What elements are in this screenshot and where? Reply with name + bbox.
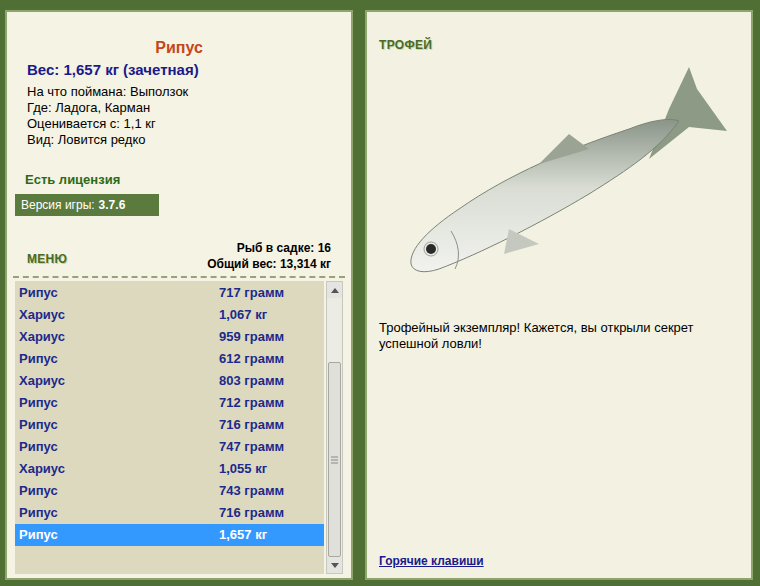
catch-name: Рипус [15,393,219,413]
catch-row[interactable]: Рипус716 грамм [15,502,324,524]
detail-line: Где: Ладога, Карман [27,100,331,116]
catch-row[interactable]: Рипус717 грамм [15,282,324,304]
detail-line: Оценивается с: 1,1 кг [27,116,331,132]
info-panel: РипусВес: 1,657 кг (зачетная)На что пойм… [5,10,353,580]
catch-name: Хариус [15,371,219,391]
catch-rows: Рипус717 граммХариус1,067 кгХариус959 гр… [15,281,324,574]
catch-row[interactable]: Рипус743 грамм [15,480,324,502]
fish-info: РипусВес: 1,657 кг (зачетная) На что пойм… [7,12,351,148]
scrollbar[interactable] [326,281,343,574]
catch-row[interactable]: Хариус959 грамм [15,326,324,348]
catch-name: Хариус [15,327,219,347]
catch-weight: 1,055 кг [219,459,267,479]
catch-weight: 712 грамм [219,393,284,413]
catch-weight: 803 грамм [219,371,284,391]
catch-weight: 716 грамм [219,415,284,435]
version-value: 3.7.6 [99,196,126,214]
catch-row[interactable]: Хариус1,067 кг [15,304,324,326]
fish-picture [379,54,739,294]
separator [13,276,345,278]
catch-weight: 743 грамм [219,481,284,501]
scroll-down-icon[interactable] [327,557,342,573]
catch-name: Рипус [15,283,219,303]
catch-row[interactable]: Рипус712 грамм [15,392,324,414]
license-label: Есть лицензия [25,172,351,188]
scroll-thumb[interactable] [328,362,341,557]
trophy-panel: ТРОФЕЙ Трофейный экземпляр! Кажется, вы о… [365,10,753,580]
detail-line: Вид: Ловится редко [27,132,331,148]
catch-list: Рипус717 граммХариус1,067 кгХариус959 гр… [15,281,343,574]
trophy-badge: ТРОФЕЙ [379,36,739,54]
catch-row[interactable]: Рипус1,657 кг [15,524,324,546]
catch-name: Рипус [15,503,219,523]
keepnet-summary: Рыб в садке: 16Общий вес: 13,314 кг [207,240,331,272]
catch-name: Хариус [15,305,219,325]
catch-name: Рипус [15,349,219,369]
catch-row[interactable]: Хариус803 грамм [15,370,324,392]
catch-weight: 959 грамм [219,327,284,347]
catch-weight: 1,067 кг [219,305,267,325]
fish-name: Рипус [27,38,331,58]
fish-details: На что поймана: ВыползокГде: Ладога, Кар… [27,84,331,148]
scroll-up-icon[interactable] [327,282,342,298]
version-bar: Версия игры:3.7.6 [15,194,159,216]
catch-name: Рипус [15,415,219,435]
catch-weight: 1,657 кг [219,525,267,545]
version-label: Версия игры: [21,196,95,214]
detail-line: На что поймана: Выползок [27,84,331,100]
keepnet-row: МЕНЮ Рыб в садке: 16Общий вес: 13,314 кг [7,240,351,272]
trophy-message: Трофейный экземпляр! Кажется, вы открыли… [379,320,739,352]
catch-weight: 612 грамм [219,349,284,369]
fish-weight: Вес: 1,657 кг (зачетная) [27,60,331,80]
catch-name: Хариус [15,459,219,479]
catch-name: Рипус [15,525,219,545]
keepnet-count: Рыб в садке: 16 [237,240,331,256]
hotkeys-link[interactable]: Горячие клавиши [379,552,484,570]
catch-row[interactable]: Рипус716 грамм [15,414,324,436]
catch-weight: 716 грамм [219,503,284,523]
menu-button[interactable]: МЕНЮ [27,250,67,268]
catch-weight: 747 грамм [219,437,284,457]
catch-weight: 717 грамм [219,283,284,303]
keepnet-total: Общий вес: 13,314 кг [207,256,331,272]
catch-row[interactable]: Хариус1,055 кг [15,458,324,480]
catch-row[interactable]: Рипус747 грамм [15,436,324,458]
catch-name: Рипус [15,437,219,457]
catch-name: Рипус [15,481,219,501]
catch-row[interactable]: Рипус612 грамм [15,348,324,370]
scroll-track[interactable] [327,298,342,557]
